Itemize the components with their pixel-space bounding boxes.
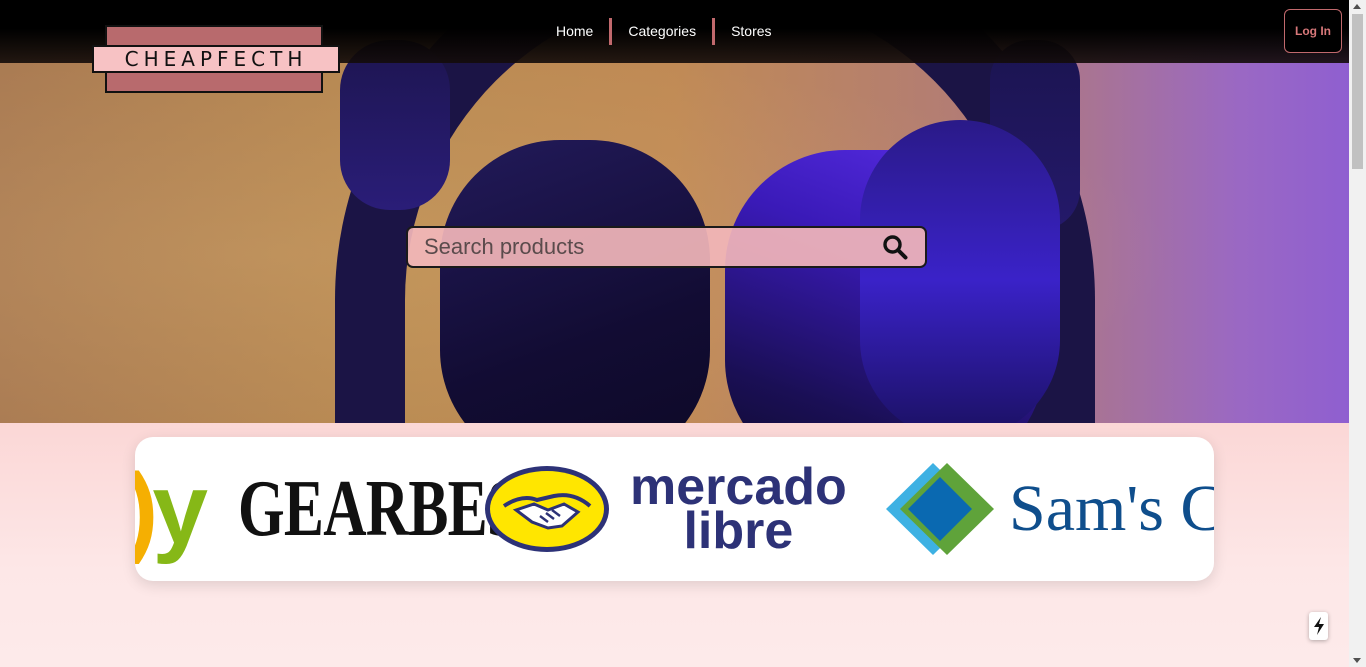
login-button[interactable]: Log In <box>1284 9 1342 53</box>
main-nav: Home Categories Stores <box>540 18 788 45</box>
ebay-logo[interactable]: )y <box>135 437 208 581</box>
stores-carousel: )y GEARBEST <box>135 437 1214 581</box>
diamond-icon <box>886 463 994 555</box>
search-input[interactable] <box>408 228 865 266</box>
nav-stores-link[interactable]: Stores <box>715 18 787 45</box>
nav-categories-link[interactable]: Categories <box>612 18 712 45</box>
handshake-icon <box>485 466 609 552</box>
mercado-libre-logo[interactable]: mercado libre <box>482 437 847 581</box>
search-icon[interactable] <box>865 228 925 266</box>
scroll-up-icon[interactable] <box>1353 4 1361 9</box>
page-scrollbar[interactable] <box>1349 0 1366 667</box>
site-logo[interactable]: CHEAPFECTH <box>92 25 342 95</box>
logo-text: CHEAPFECTH <box>92 45 340 73</box>
lightning-icon[interactable] <box>1309 612 1328 640</box>
nav-home-link[interactable]: Home <box>540 18 609 45</box>
scrollbar-thumb[interactable] <box>1352 14 1363 169</box>
scroll-down-icon[interactable] <box>1353 658 1361 663</box>
search-bar <box>406 226 927 268</box>
sams-club-logo[interactable]: Sam's Cl <box>885 437 1214 581</box>
